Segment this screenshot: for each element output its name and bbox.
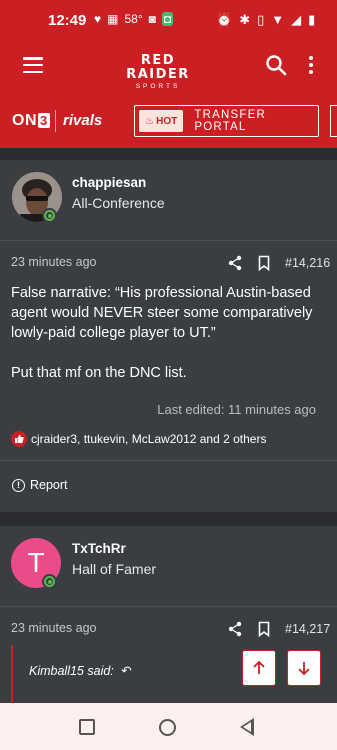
hot-badge: ♨ HOT xyxy=(139,110,184,132)
back-icon[interactable] xyxy=(240,718,254,736)
bookmark-icon[interactable] xyxy=(256,255,272,271)
quote-author[interactable]: Kimball15 said: ↶ xyxy=(29,663,132,678)
section-gap xyxy=(0,512,337,526)
divider xyxy=(0,460,337,461)
signal-icon: ◢ xyxy=(291,12,302,27)
post-time[interactable]: 23 minutes ago xyxy=(11,255,96,269)
next-nav-button[interactable] xyxy=(330,105,337,137)
report-button[interactable]: ! Report xyxy=(12,478,68,492)
user-title: All-Conference xyxy=(72,195,165,211)
divider xyxy=(0,606,337,607)
recent-apps-icon[interactable] xyxy=(79,719,95,735)
site-logo[interactable]: RED RAIDER SPORTS xyxy=(112,54,204,91)
status-time: 12:49 xyxy=(48,12,87,29)
app-icon: ◘ xyxy=(161,12,174,26)
heart-icon: ♥ xyxy=(94,12,102,26)
bluetooth-icon: ✱ xyxy=(239,12,251,27)
search-icon[interactable] xyxy=(265,54,287,76)
username[interactable]: TxTchRr xyxy=(72,541,126,556)
arrow-down-icon xyxy=(298,662,310,675)
username[interactable]: chappiesan xyxy=(72,175,146,190)
reactions-text: cjraider3, ttukevin, McLaw2012 and 2 oth… xyxy=(31,432,267,446)
qr-icon: ▦ xyxy=(107,12,119,26)
status-temperature: 58° xyxy=(124,12,143,26)
status-bar: 12:49 ♥ ▦ 58° ◙ ◘ ⏰ ✱ ▯ ▼ ◢ ▮ xyxy=(0,0,337,40)
status-icons: ♥ ▦ 58° ◙ ◘ xyxy=(94,12,174,26)
online-status-icon xyxy=(42,208,57,223)
on3-num: 3 xyxy=(38,113,50,128)
menu-icon[interactable] xyxy=(23,57,43,73)
post-time[interactable]: 23 minutes ago xyxy=(11,621,96,635)
logo-sub-text: SPORTS xyxy=(135,83,181,90)
on3-logo[interactable]: ON 3 xyxy=(12,112,50,130)
system-icons: ⏰ ✱ ▯ ▼ ◢ ▮ xyxy=(216,12,315,28)
rivals-logo[interactable]: rivals xyxy=(63,112,102,129)
quote-author-text: Kimball15 said: xyxy=(29,664,114,678)
share-icon[interactable] xyxy=(227,621,243,637)
system-nav-bar xyxy=(0,703,337,750)
user-title: Hall of Famer xyxy=(72,561,157,577)
post-text: False narrative: “His professional Austi… xyxy=(11,285,313,341)
like-icon xyxy=(11,431,27,447)
post-text: Put that mf on the DNC list. xyxy=(11,365,187,381)
more-options-icon[interactable] xyxy=(306,54,316,76)
logo-main-text: RED RAIDER xyxy=(126,53,190,82)
report-label: Report xyxy=(30,478,68,492)
logo-divider xyxy=(55,110,56,132)
alarm-icon: ⏰ xyxy=(216,12,233,27)
vibrate-icon: ▯ xyxy=(257,12,265,27)
post-number[interactable]: #14,217 xyxy=(285,622,330,636)
transfer-portal-button[interactable]: ♨ HOT TRANSFER PORTAL xyxy=(134,105,319,137)
section-gap xyxy=(0,148,337,160)
divider xyxy=(0,240,337,241)
scroll-up-button[interactable] xyxy=(242,650,276,686)
report-icon: ! xyxy=(12,478,25,492)
online-status-icon xyxy=(42,574,57,589)
scroll-down-button[interactable] xyxy=(287,650,321,686)
reply-arrow-icon[interactable]: ↶ xyxy=(121,664,131,678)
home-icon[interactable] xyxy=(159,719,176,736)
on3-label: ON xyxy=(12,112,37,129)
bookmark-icon[interactable] xyxy=(256,621,272,637)
wifi-icon: ▼ xyxy=(271,12,285,27)
battery-icon: ▮ xyxy=(308,12,316,27)
post-number[interactable]: #14,216 xyxy=(285,256,330,270)
share-icon[interactable] xyxy=(227,255,243,271)
transfer-portal-label: TRANSFER PORTAL xyxy=(194,109,266,133)
reactions-bar[interactable]: cjraider3, ttukevin, McLaw2012 and 2 oth… xyxy=(11,430,266,448)
hot-label: HOT xyxy=(156,115,178,127)
quote-block: Kimball15 said: ↶ xyxy=(11,645,327,705)
flame-icon: ♨ xyxy=(145,115,155,127)
last-edited: Last edited: 11 minutes ago xyxy=(157,402,316,417)
app-bar: RED RAIDER SPORTS xyxy=(0,40,337,92)
post-body: False narrative: “His professional Austi… xyxy=(11,283,326,383)
arrow-up-icon xyxy=(253,661,265,674)
camera-icon: ◙ xyxy=(148,12,156,26)
